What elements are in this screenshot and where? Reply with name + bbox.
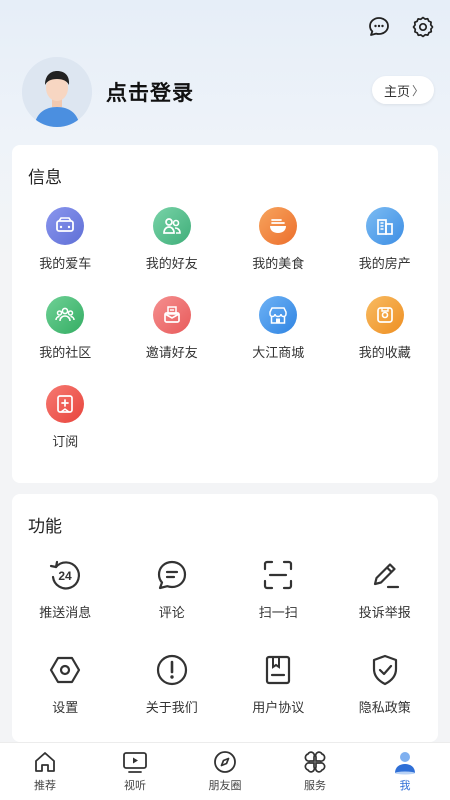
item-label: 用户协议: [252, 700, 305, 715]
tab-services[interactable]: 服务: [270, 743, 360, 800]
info-item-food[interactable]: 我的美食: [225, 207, 332, 272]
hexagon-settings-icon: [46, 651, 84, 689]
tab-label: 朋友圈: [208, 780, 242, 792]
tab-label: 视听: [124, 780, 146, 792]
info-section-title: 信息: [28, 168, 62, 187]
profile-header: 点击登录 主页 〉: [22, 56, 434, 128]
privacy-shield-icon: [366, 651, 404, 689]
compass-icon: [212, 749, 238, 775]
item-label: 投诉举报: [358, 605, 411, 620]
shop-icon: [259, 296, 298, 334]
function-grid: 24 推送消息 评论 扫一扫 投诉举报 设置 关于我们 用户协议 隐私政策: [12, 556, 438, 716]
settings-icon[interactable]: [410, 14, 436, 40]
car-icon: [46, 207, 85, 245]
function-item-about[interactable]: 关于我们: [119, 651, 226, 716]
push-badge-text: 24: [59, 569, 73, 583]
message-icon[interactable]: [366, 14, 392, 40]
agreement-icon: [259, 651, 297, 689]
item-label: 推送消息: [39, 605, 92, 620]
item-label: 我的收藏: [358, 345, 411, 360]
item-label: 关于我们: [145, 700, 198, 715]
item-label: 设置: [52, 700, 79, 715]
item-label: 我的好友: [145, 256, 198, 271]
function-card: 功能 24 推送消息 评论 扫一扫 投诉举报 设置 关于我们 用户协议 隐私政策: [12, 494, 438, 742]
function-item-scan[interactable]: 扫一扫: [225, 556, 332, 621]
friends-icon: [152, 207, 191, 245]
tab-label: 服务: [304, 780, 326, 792]
item-label: 我的社区: [39, 345, 92, 360]
food-icon: [259, 207, 298, 245]
item-label: 隐私政策: [358, 700, 411, 715]
home-icon: [32, 749, 58, 775]
item-label: 我的房产: [358, 256, 411, 271]
function-item-privacy[interactable]: 隐私政策: [332, 651, 439, 716]
home-page-label: 主页: [383, 83, 410, 99]
subscribe-icon: [46, 385, 85, 423]
push-24-icon: 24: [46, 556, 84, 594]
report-pen-icon: [366, 556, 404, 594]
top-actions: [366, 14, 436, 40]
item-label: 我的美食: [252, 256, 305, 271]
item-label: 我的爱车: [39, 256, 92, 271]
video-icon: [122, 749, 148, 775]
function-item-report[interactable]: 投诉举报: [332, 556, 439, 621]
function-section-title: 功能: [28, 517, 62, 536]
avatar[interactable]: [22, 57, 92, 127]
building-icon: [365, 207, 404, 245]
function-item-push[interactable]: 24 推送消息: [12, 556, 119, 621]
item-label: 大江商城: [252, 345, 305, 360]
function-item-agreement[interactable]: 用户协议: [225, 651, 332, 716]
function-item-settings[interactable]: 设置: [12, 651, 119, 716]
tab-label: 我: [399, 780, 411, 792]
item-label: 邀请好友: [145, 345, 198, 360]
item-label: 评论: [158, 605, 185, 620]
comment-icon: [153, 556, 191, 594]
me-icon: [392, 749, 418, 775]
tab-label: 推荐: [34, 780, 56, 792]
info-item-car[interactable]: 我的爱车: [12, 207, 119, 272]
login-prompt[interactable]: 点击登录: [106, 77, 194, 107]
tab-me[interactable]: 我: [360, 743, 450, 800]
community-icon: [46, 296, 85, 334]
info-card: 信息 我的爱车 我的好友 我的美食 我的房产 我的社区 邀请好友 大江商城 我的…: [12, 145, 438, 483]
info-item-favorites[interactable]: 我的收藏: [332, 296, 439, 361]
services-icon: [302, 749, 328, 775]
item-label: 订阅: [52, 434, 79, 449]
scan-icon: [259, 556, 297, 594]
tab-recommend[interactable]: 推荐: [0, 743, 90, 800]
info-item-subscribe[interactable]: 订阅: [12, 385, 119, 450]
info-grid: 我的爱车 我的好友 我的美食 我的房产 我的社区 邀请好友 大江商城 我的收藏 …: [12, 207, 438, 450]
info-item-friends[interactable]: 我的好友: [119, 207, 226, 272]
invite-icon: [152, 296, 191, 334]
home-page-button[interactable]: 主页 〉: [371, 76, 434, 104]
tab-video[interactable]: 视听: [90, 743, 180, 800]
chevron-right-icon: 〉: [411, 83, 424, 98]
item-label: 扫一扫: [258, 605, 298, 620]
function-item-comment[interactable]: 评论: [119, 556, 226, 621]
info-item-invite[interactable]: 邀请好友: [119, 296, 226, 361]
favorite-icon: [365, 296, 404, 334]
bottom-tab-bar: 推荐 视听 朋友圈 服务 我: [0, 742, 450, 800]
info-item-community[interactable]: 我的社区: [12, 296, 119, 361]
info-item-shop[interactable]: 大江商城: [225, 296, 332, 361]
info-item-property[interactable]: 我的房产: [332, 207, 439, 272]
about-icon: [153, 651, 191, 689]
tab-moments[interactable]: 朋友圈: [180, 743, 270, 800]
